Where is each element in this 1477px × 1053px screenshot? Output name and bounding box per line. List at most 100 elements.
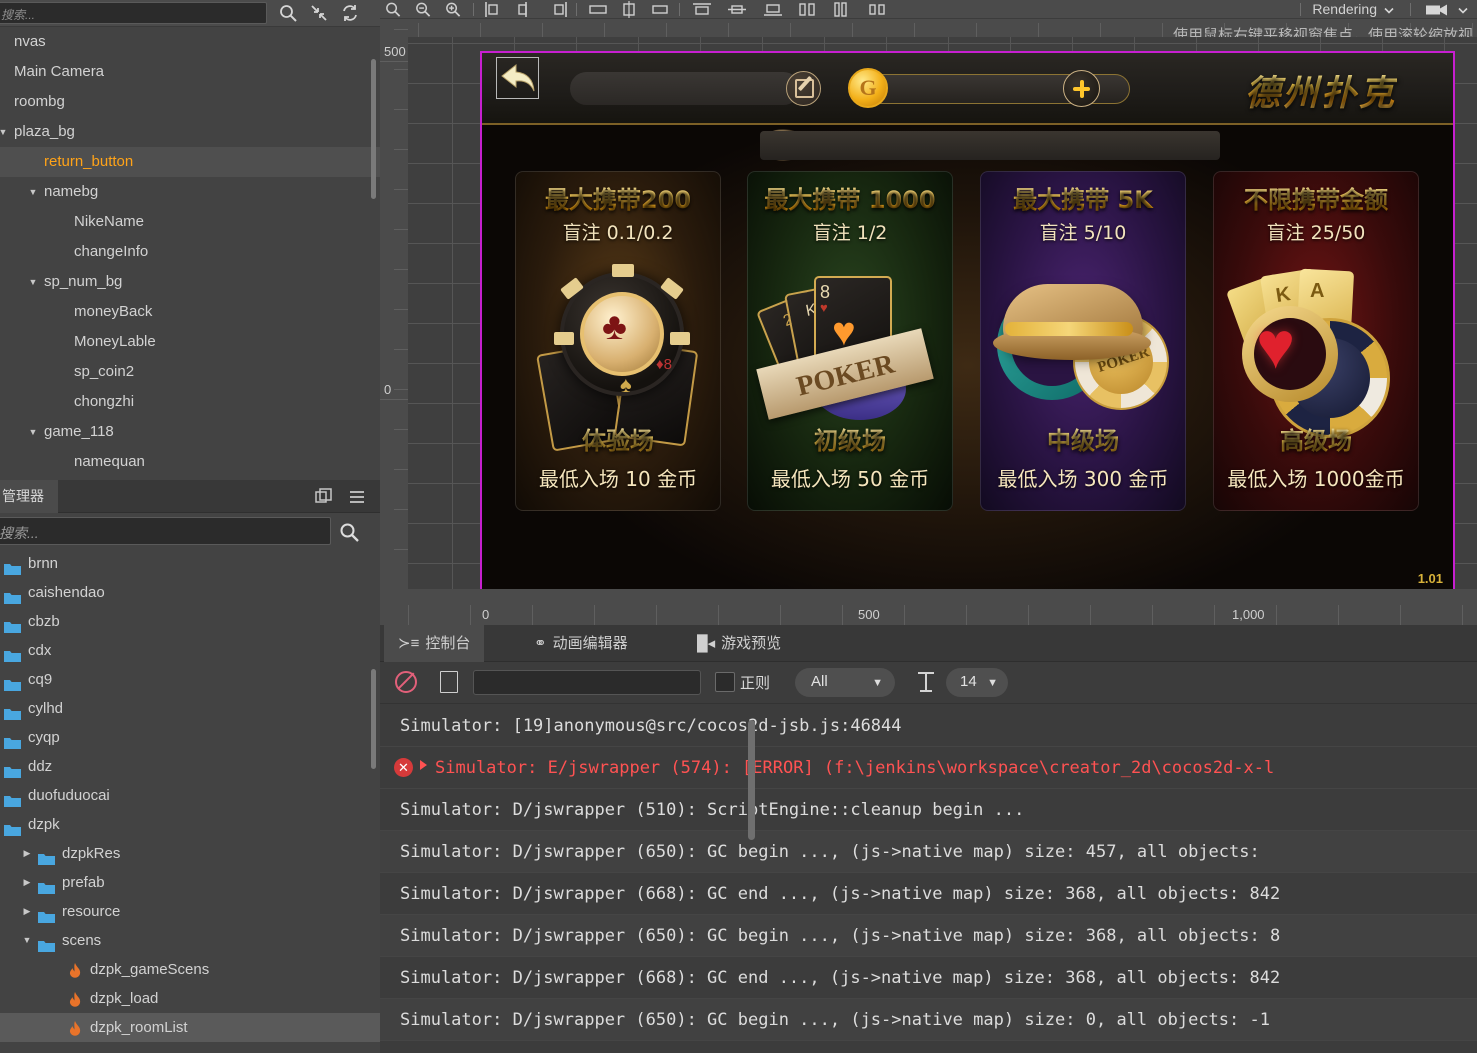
edit-icon[interactable] [786, 71, 821, 106]
menu-icon[interactable] [348, 488, 366, 506]
zoom-fit-icon[interactable] [384, 1, 402, 18]
asset-item[interactable]: ▶ resource [0, 897, 380, 926]
hierarchy-node[interactable]: ▼ game_118 [0, 417, 380, 447]
asset-item[interactable]: ▼ scens [0, 926, 380, 955]
regex-checkbox[interactable] [715, 672, 735, 692]
room-card[interactable]: 最大携带 1000 盲注 1/2 2 K 8 ♥ ♥ [747, 171, 953, 511]
chevron-down-icon[interactable] [1383, 1, 1395, 18]
hierarchy-node[interactable]: ▼ namebg [0, 177, 380, 207]
align-bottom-icon[interactable] [762, 1, 784, 18]
scene-canvas[interactable]: G 德州扑克 最大携带200 盲注 0.1/0.2 ♣ ♠ ♦8 体验场 最低入… [408, 37, 1477, 589]
asset-item[interactable]: dzpk_load [0, 984, 380, 1013]
hierarchy-search-input[interactable]: 搜索... [0, 2, 267, 24]
rendering-dropdown[interactable]: Rendering [1312, 0, 1377, 19]
chevron-down-icon[interactable] [1457, 1, 1469, 18]
twirl-down-icon[interactable]: ▼ [26, 417, 40, 447]
hierarchy-node[interactable]: sp_coin2 [0, 357, 380, 387]
asset-item[interactable]: cbzb [0, 607, 380, 636]
console-log-list[interactable]: Simulator: [19]anonymous@src/cocos2d-jsb… [380, 705, 1477, 1053]
asset-item[interactable]: ▶ dzpkRes [0, 839, 380, 868]
align-right-icon[interactable] [546, 1, 568, 18]
hierarchy-tree[interactable]: nvas Main Camera roombg ▼ plaza_bg return_but… [0, 27, 380, 472]
tab-animation-editor[interactable]: ⚭ 动画编辑器 [520, 625, 642, 662]
console-log-row[interactable]: Simulator: D/jswrapper (650): GC begin .… [380, 915, 1477, 957]
assets-tree[interactable]: brnn caishendao cbzb cdx cq9 cylhd cyqp … [0, 549, 380, 1053]
hierarchy-node[interactable]: moneyBack [0, 297, 380, 327]
duplicate-icon[interactable] [315, 488, 333, 506]
spacing-grid-icon[interactable] [867, 1, 889, 18]
hierarchy-node[interactable]: NikeName [0, 207, 380, 237]
tab-console[interactable]: ≻≡ 控制台 [384, 625, 485, 662]
search-icon[interactable] [338, 521, 360, 543]
log-level-select[interactable]: All ▼ [795, 668, 895, 697]
console-log-row[interactable]: Simulator: D/jswrapper (510): ScriptEngi… [380, 789, 1477, 831]
tab-game-preview[interactable]: █◂ 游戏预览 [683, 625, 795, 662]
distribute-h-icon[interactable] [587, 1, 609, 18]
hierarchy-node[interactable]: return_button [0, 147, 380, 177]
resize-icon[interactable] [649, 1, 671, 18]
room-card[interactable]: 最大携带 5K 盲注 5/10 POKER 中级场 最低入场 300 金币 [980, 171, 1186, 511]
document-icon[interactable] [440, 671, 458, 693]
asset-item[interactable]: cylhd [0, 694, 380, 723]
room-card[interactable]: 最大携带200 盲注 0.1/0.2 ♣ ♠ ♦8 体验场 最低入场 10 金币 [515, 171, 721, 511]
console-log-row[interactable]: Simulator: [19]anonymous@src/cocos2d-jsb… [380, 705, 1477, 747]
twirl-right-icon[interactable]: ▶ [20, 868, 34, 897]
console-log-row[interactable]: Simulator: D/jswrapper (650): GC begin .… [380, 831, 1477, 873]
console-filter-input[interactable] [473, 670, 701, 695]
back-arrow-icon[interactable] [500, 62, 536, 94]
align-left-icon[interactable] [484, 1, 506, 18]
zoom-out-icon[interactable] [414, 1, 432, 18]
asset-item[interactable]: brnn [0, 549, 380, 578]
asset-item[interactable]: dzpk [0, 810, 380, 839]
spacing-h-icon[interactable] [832, 1, 854, 18]
hierarchy-node[interactable]: MoneyLable [0, 327, 380, 357]
console-log-row[interactable]: Simulator: D/jswrapper (668): GC end ...… [380, 873, 1477, 915]
console-vertical-divider[interactable] [748, 720, 755, 840]
expand-arrow-icon[interactable] [420, 760, 427, 770]
align-top-icon[interactable] [691, 1, 713, 18]
hierarchy-node[interactable]: ▼ plaza_bg [0, 117, 380, 147]
hierarchy-node[interactable]: ▼ sp_num_bg [0, 267, 380, 297]
hierarchy-node[interactable]: namequan [0, 447, 380, 472]
search-icon[interactable] [278, 3, 298, 23]
console-log-row[interactable]: Simulator: D/jswrapper (668): GC end ...… [380, 957, 1477, 999]
plus-icon[interactable] [1063, 70, 1100, 107]
distribute-v-icon[interactable] [618, 1, 640, 18]
spacing-v-icon[interactable] [797, 1, 819, 18]
twirl-right-icon[interactable]: ▶ [20, 839, 34, 868]
asset-item[interactable]: cq9 [0, 665, 380, 694]
align-center-h-icon[interactable] [515, 1, 537, 18]
game-stage[interactable]: G 德州扑克 最大携带200 盲注 0.1/0.2 ♣ ♠ ♦8 体验场 最低入… [480, 51, 1455, 589]
asset-item[interactable]: dzpk_gameScens [0, 955, 380, 984]
hierarchy-scrollbar[interactable] [371, 59, 376, 199]
font-size-select[interactable]: 14 ▼ [946, 668, 1008, 697]
assets-search-input[interactable]: 搜索... [0, 517, 331, 545]
twirl-down-icon[interactable]: ▼ [0, 117, 10, 147]
asset-item[interactable]: caishendao [0, 578, 380, 607]
asset-item[interactable]: cdx [0, 636, 380, 665]
twirl-down-icon[interactable]: ▼ [20, 926, 34, 955]
text-size-icon[interactable] [915, 670, 937, 694]
asset-item[interactable]: duofuduocai [0, 781, 380, 810]
collapse-icon[interactable] [309, 3, 329, 23]
asset-item[interactable]: dzpk_roomList [0, 1013, 380, 1042]
asset-item[interactable]: ddz [0, 752, 380, 781]
console-log-row[interactable]: Simulator: D/jswrapper (650): GC begin .… [380, 999, 1477, 1041]
twirl-right-icon[interactable]: ▶ [20, 897, 34, 926]
assets-scrollbar[interactable] [371, 669, 376, 769]
hierarchy-node[interactable]: chongzhi [0, 387, 380, 417]
camera-icon[interactable] [1425, 1, 1449, 18]
tab-assets-manager[interactable]: 管理器 [0, 480, 58, 513]
hierarchy-node[interactable]: Main Camera [0, 57, 380, 87]
refresh-icon[interactable] [340, 3, 360, 23]
hierarchy-node[interactable]: changeInfo [0, 237, 380, 267]
twirl-down-icon[interactable]: ▼ [26, 267, 40, 297]
console-log-row[interactable]: ✕ Simulator: E/jswrapper (574): [ERROR] … [380, 747, 1477, 789]
align-middle-icon[interactable] [726, 1, 748, 18]
zoom-in-icon[interactable] [444, 1, 462, 18]
twirl-down-icon[interactable]: ▼ [26, 177, 40, 207]
asset-item[interactable]: ▶ prefab [0, 868, 380, 897]
hierarchy-node[interactable]: nvas [0, 27, 380, 57]
room-card[interactable]: 不限携带金额 盲注 25/50 K A KER [1213, 171, 1419, 511]
asset-item[interactable]: cyqp [0, 723, 380, 752]
